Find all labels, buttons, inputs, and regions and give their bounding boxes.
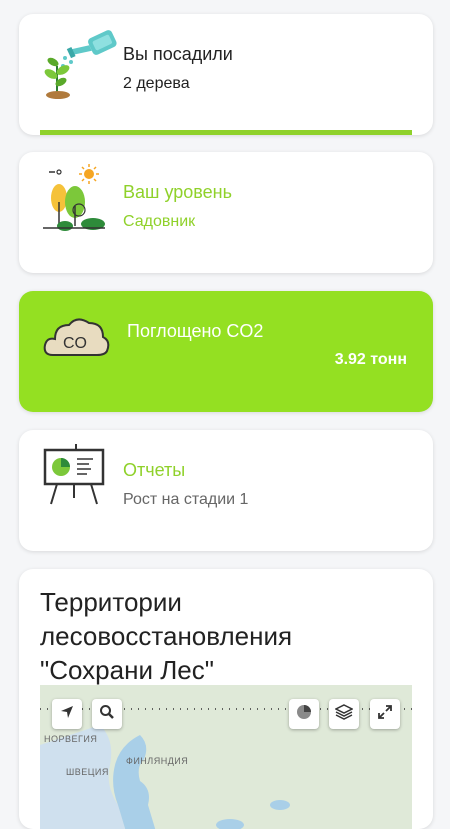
- locate-button[interactable]: [52, 699, 82, 729]
- map-search-button[interactable]: [92, 699, 122, 729]
- trees-planted-progress: [40, 130, 412, 135]
- level-value: Садовник: [123, 213, 196, 230]
- progress-fill: [40, 130, 412, 135]
- trees-planted-count: 2 дерева: [123, 75, 190, 92]
- locate-arrow-icon: [59, 704, 75, 725]
- layers-icon: [334, 703, 354, 726]
- territories-card: Территории лесовосстановления "Сохрани Л…: [19, 569, 433, 829]
- level-title: Ваш уровень: [123, 182, 232, 202]
- presentation-board-icon: [41, 442, 111, 517]
- garden-trees-sun-icon: [41, 162, 121, 247]
- watering-can-plant-icon: [41, 22, 121, 107]
- map-label-norway: НОРВЕГИЯ: [44, 734, 98, 744]
- basemap-icon: [295, 703, 313, 726]
- reports-title: Отчеты: [123, 460, 186, 480]
- map-label-sweden: ШВЕЦИЯ: [66, 767, 109, 777]
- layers-button[interactable]: [329, 699, 359, 729]
- co2-value: 3.92 тонн: [334, 351, 407, 368]
- fullscreen-icon: [377, 704, 393, 725]
- reports-status: Рост на стадии 1: [123, 491, 249, 508]
- territories-map[interactable]: НОРВЕГИЯ ШВЕЦИЯ ФИНЛЯНДИЯ: [40, 685, 412, 829]
- reports-card[interactable]: Отчеты Рост на стадии 1: [19, 430, 433, 551]
- level-card[interactable]: Ваш уровень Садовник: [19, 152, 433, 273]
- co2-title: Поглощено CO2: [127, 321, 264, 341]
- territories-title: Территории лесовосстановления "Сохрани Л…: [40, 587, 293, 685]
- co2-cloud-icon: CO: [41, 311, 111, 366]
- trees-planted-title: Вы посадили: [123, 44, 233, 64]
- fullscreen-button[interactable]: [370, 699, 400, 729]
- map-label-finland: ФИНЛЯНДИЯ: [126, 756, 189, 766]
- basemap-button[interactable]: [289, 699, 319, 729]
- trees-planted-card[interactable]: Вы посадили 2 дерева: [19, 14, 433, 135]
- svg-text:CO: CO: [63, 335, 87, 352]
- co2-card[interactable]: CO Поглощено CO2 3.92 тонн: [19, 291, 433, 412]
- search-icon: [99, 704, 115, 725]
